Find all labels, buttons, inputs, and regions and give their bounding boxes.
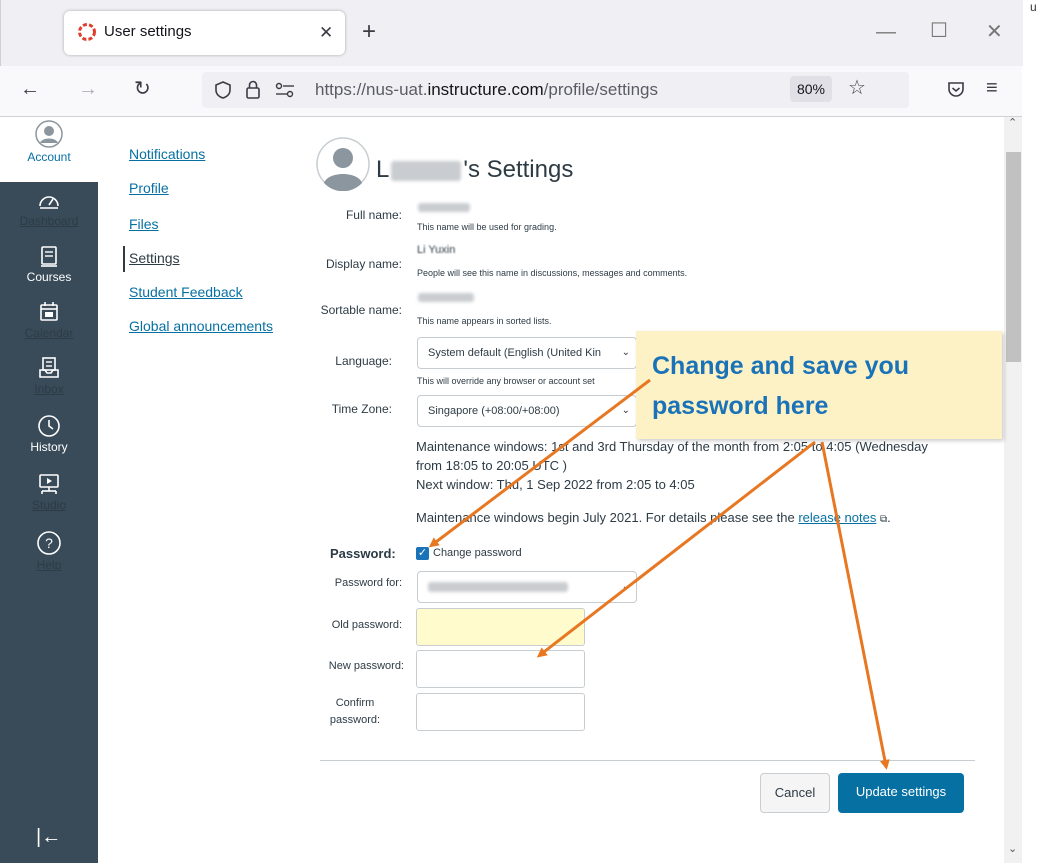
annotation-arrows <box>428 378 890 770</box>
arrow-to-new-password <box>536 440 816 658</box>
arrow-to-update-button <box>820 441 890 770</box>
arrow-to-checkbox <box>428 378 651 548</box>
